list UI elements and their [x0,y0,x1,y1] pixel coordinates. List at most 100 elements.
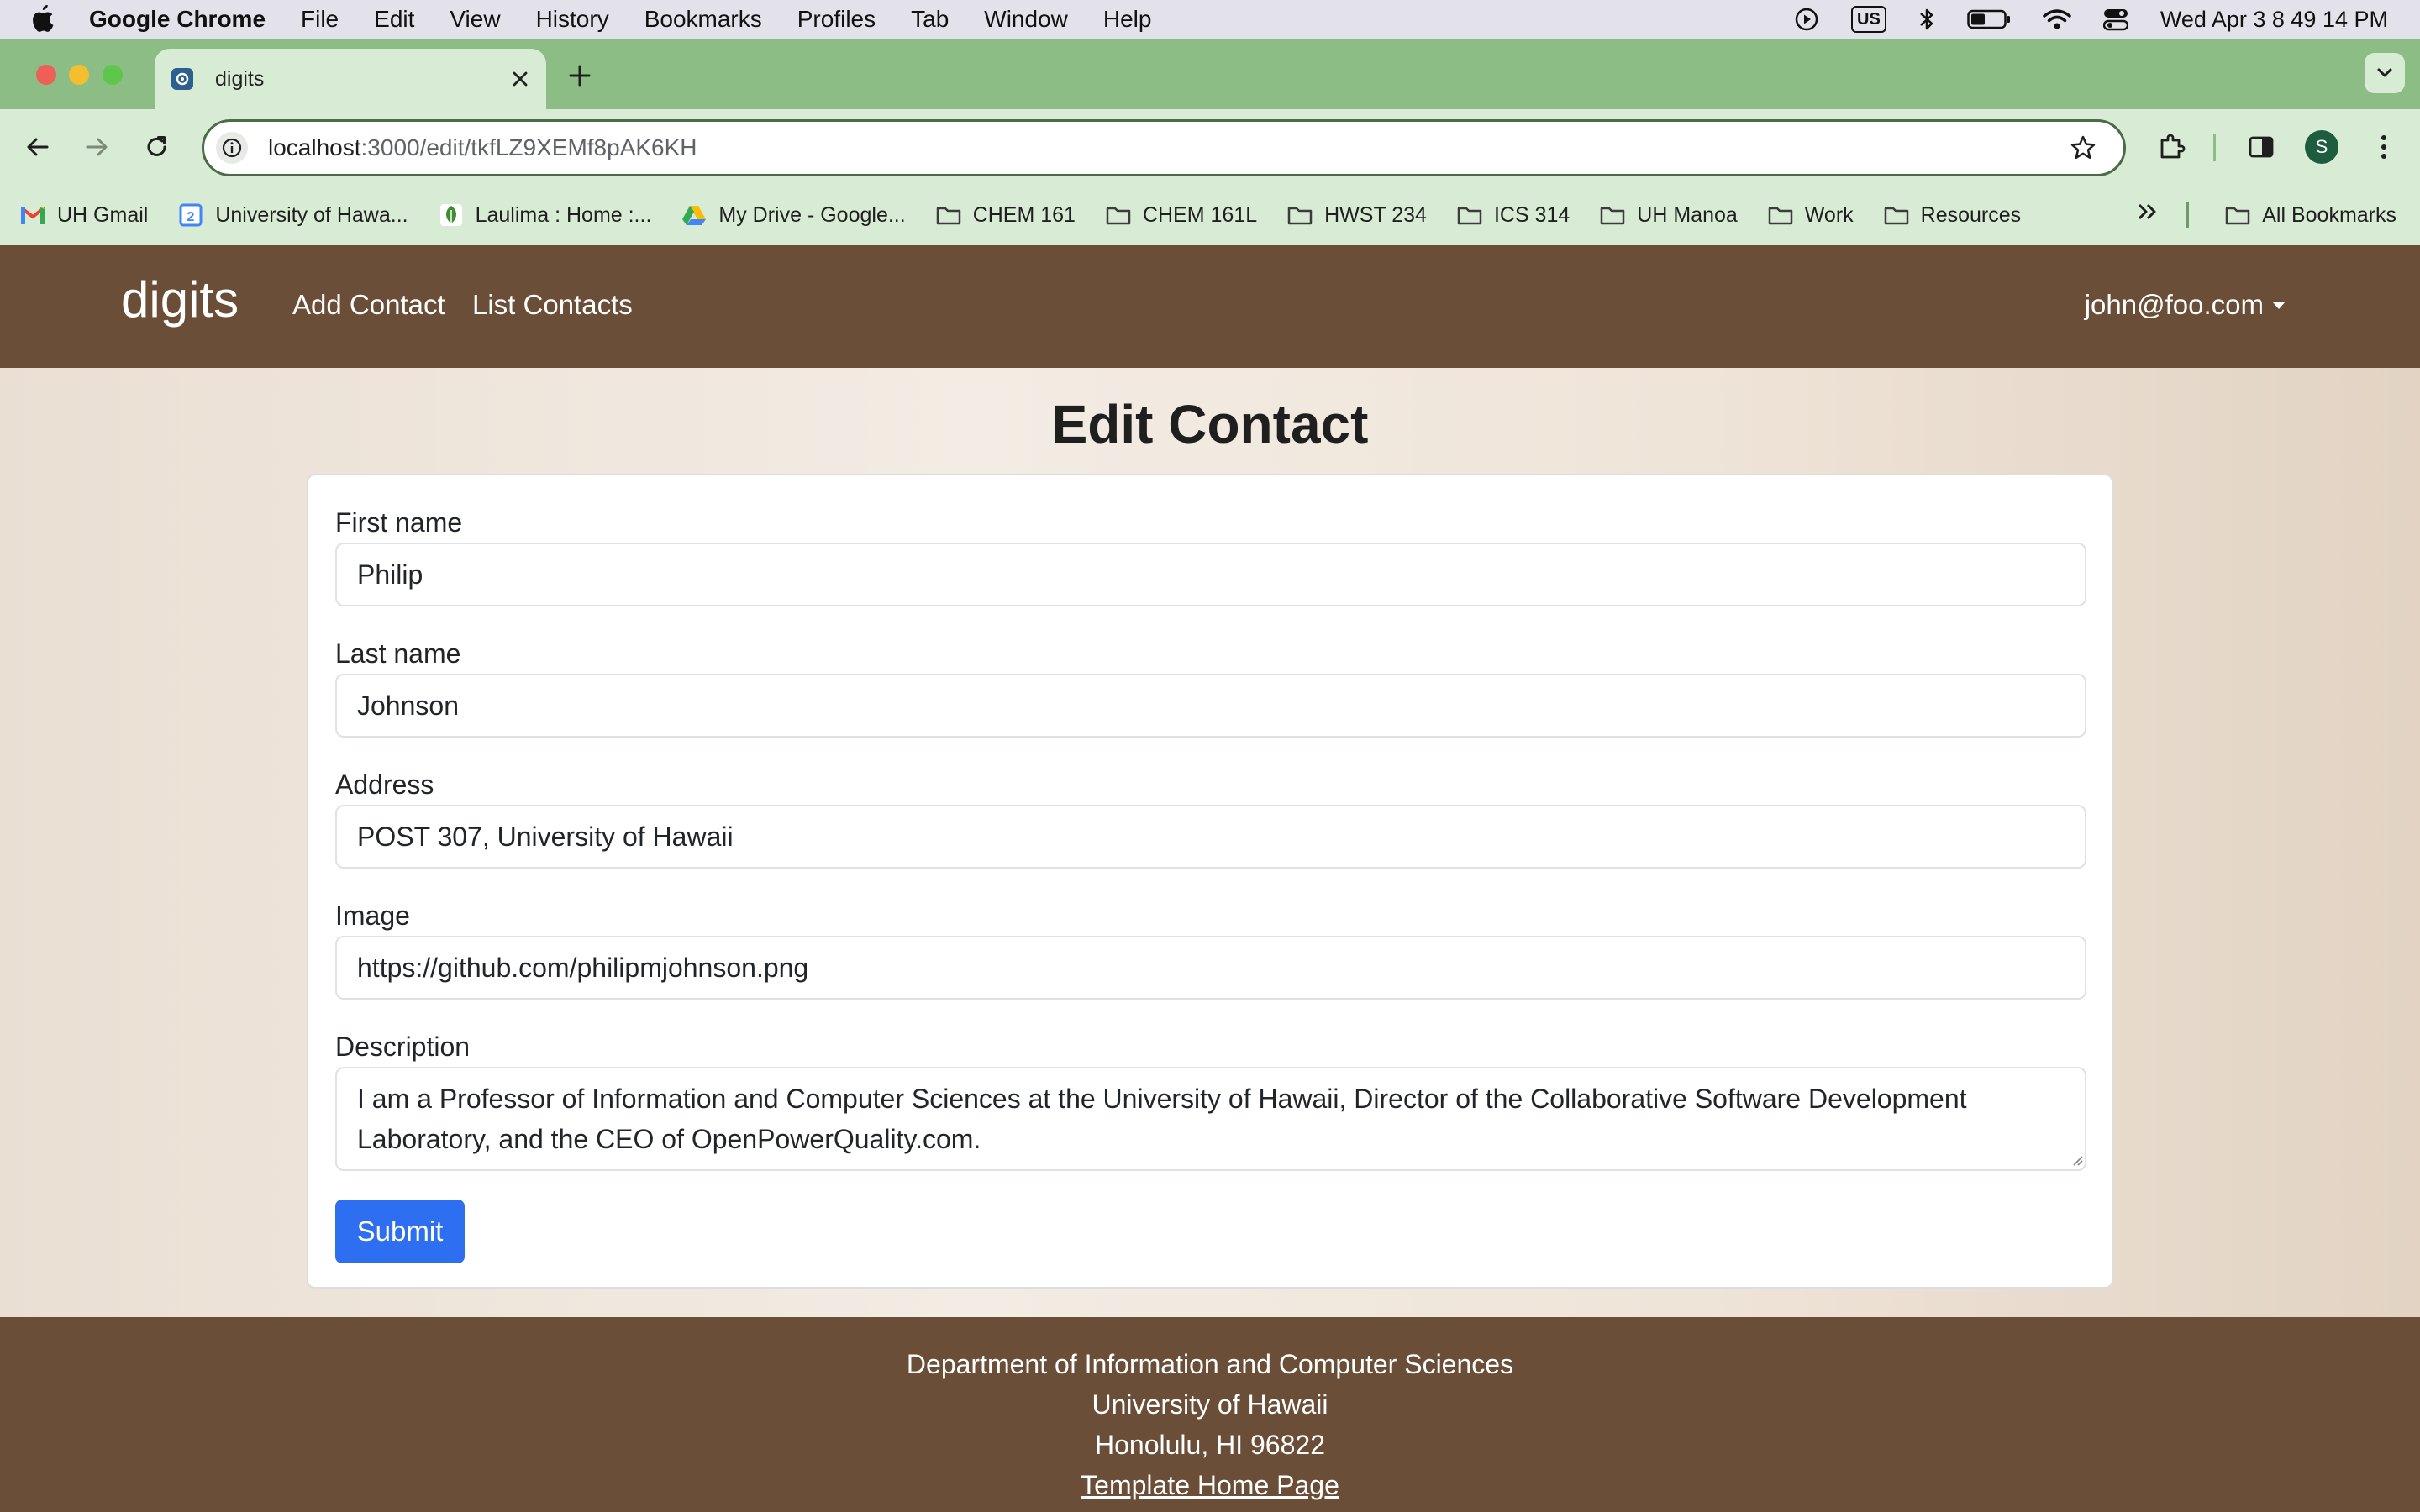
folder-icon [936,203,961,227]
bookmark-label: My Drive - Google... [718,202,906,227]
nav-list-contacts[interactable]: List Contacts [472,289,633,321]
folder-icon [2225,203,2250,227]
main-content: Edit Contact First name Last name Addres… [0,368,2420,1317]
bookmark-label: UH Manoa [1637,202,1738,227]
address-bar-url[interactable]: localhost:3000/edit/tkfLZ9XEMf8pAK6KH [268,134,2066,161]
app-navbar: digits Add Contact List Contacts john@fo… [0,245,2420,368]
folder-icon [1287,203,1313,227]
google-drive-icon [681,203,707,227]
brand-logo[interactable]: digits [121,270,239,328]
input-source-badge[interactable]: US [1851,6,1886,33]
bookmark-label: ICS 314 [1493,202,1570,227]
footer-line-university: University of Hawaii [1092,1389,1328,1420]
menu-app-name[interactable]: Google Chrome [89,6,266,33]
bookmark-folder-chem-161[interactable]: CHEM 161 [936,203,1076,228]
footer-line-city: Honolulu, HI 96822 [1095,1430,1325,1460]
menubar-clock[interactable]: Wed Apr 3 8 49 14 PM [2160,7,2388,33]
wifi-icon[interactable] [2043,8,2071,30]
bookmark-folder-work[interactable]: Work [1768,203,1854,228]
bookmark-university-of-hawaii[interactable]: 2 University of Hawa... [178,203,408,228]
description-label: Description [335,1032,471,1062]
browser-toolbar: localhost:3000/edit/tkfLZ9XEMf8pAK6KH S [0,109,2420,185]
bookmark-label: University of Hawa... [215,202,408,227]
all-bookmarks-label: All Bookmarks [2262,202,2396,227]
macos-menu-bar: Google Chrome File Edit View History Boo… [0,0,2420,39]
menu-window[interactable]: Window [984,6,1068,33]
first-name-label: First name [335,507,463,538]
menu-help[interactable]: Help [1103,6,1152,33]
calendar-icon: 2 [178,203,203,227]
folder-icon [1600,203,1625,227]
description-textarea[interactable]: I am a Professor of Information and Comp… [335,1067,2086,1171]
bookmark-label: CHEM 161 [972,202,1076,227]
footer-line-department: Department of Information and Computer S… [906,1349,1514,1379]
browser-tab-active[interactable]: digits [155,49,546,109]
bookmarks-divider [2186,202,2189,228]
profile-initial: S [2305,130,2338,164]
new-tab-plus-icon[interactable] [563,59,597,92]
tab-search-chevron-icon[interactable] [2365,53,2405,93]
description-wrapper: I am a Professor of Information and Comp… [308,1067,2115,1171]
last-name-input[interactable] [335,674,2086,738]
bookmark-folder-resources[interactable]: Resources [1884,202,2022,228]
svg-text:2: 2 [187,210,195,224]
window-close-button[interactable] [36,65,56,85]
image-url-input[interactable] [335,936,2086,1000]
folder-icon [1106,203,1131,227]
laulima-leaf-icon [439,203,464,227]
bookmarks-bar: UH Gmail 2 University of Hawa... Laulima… [0,185,2420,245]
bookmark-label: UH Gmail [57,202,149,227]
bookmark-folder-uh-manoa[interactable]: UH Manoa [1600,203,1738,228]
bookmark-folder-ics-314[interactable]: ICS 314 [1457,203,1570,228]
bookmark-folder-chem-161l[interactable]: CHEM 161L [1106,203,1257,228]
bluetooth-icon[interactable] [1918,7,1935,32]
bookmark-label: Laulima : Home :... [475,202,652,227]
back-arrow-icon[interactable] [18,128,57,166]
page-title: Edit Contact [1051,394,1369,454]
bookmarks-overflow-chevron-icon[interactable] [2136,200,2160,228]
address-bar[interactable]: localhost:3000/edit/tkfLZ9XEMf8pAK6KH [202,119,2126,176]
edit-contact-form: First name Last name Address Image Descr… [307,474,2113,1289]
window-minimize-button[interactable] [69,65,89,85]
reload-icon[interactable] [138,128,176,166]
menu-edit[interactable]: Edit [374,6,414,33]
submit-button[interactable]: Submit [335,1200,465,1263]
textarea-resize-grip-icon[interactable] [2070,1152,2083,1166]
user-dropdown[interactable]: john@foo.com [2085,289,2286,321]
tab-close-icon[interactable] [506,65,534,93]
chrome-menu-kebab-icon[interactable] [2365,128,2403,166]
bookmark-label: Resources [1920,202,2022,227]
url-path: :3000/edit/tkfLZ9XEMf8pAK6KH [360,134,697,160]
window-zoom-button[interactable] [103,65,123,85]
bookmark-folder-hwst-234[interactable]: HWST 234 [1287,203,1427,228]
extensions-puzzle-icon[interactable] [2153,128,2191,166]
first-name-input[interactable] [335,543,2086,606]
folder-icon [1457,203,1482,227]
media-play-icon[interactable] [1794,7,1819,32]
side-panel-icon[interactable] [2242,128,2281,166]
menu-profiles[interactable]: Profiles [797,6,876,33]
all-bookmarks-button[interactable]: All Bookmarks [2225,185,2396,245]
last-name-label: Last name [335,638,461,669]
bookmark-uh-gmail[interactable]: UH Gmail [20,203,148,228]
menu-file[interactable]: File [301,6,339,33]
apple-logo-icon[interactable] [32,5,55,34]
tab-title: digits [215,66,265,91]
menu-bookmarks[interactable]: Bookmarks [644,6,762,33]
forward-arrow-icon[interactable] [77,128,116,166]
nav-add-contact[interactable]: Add Contact [292,289,445,321]
profile-avatar[interactable]: S [2302,128,2341,166]
bookmark-my-drive[interactable]: My Drive - Google... [681,202,906,228]
site-info-icon[interactable] [216,132,248,164]
footer-link-row: Template Home Page [0,1470,2420,1501]
battery-icon[interactable] [1967,8,2011,30]
menu-view[interactable]: View [450,6,500,33]
menu-tab[interactable]: Tab [911,6,949,33]
template-home-page-link[interactable]: Template Home Page [1081,1470,1339,1500]
tab-favicon-icon [171,68,193,90]
control-center-icon[interactable] [2102,8,2128,31]
bookmark-star-icon[interactable] [2066,131,2100,165]
address-input[interactable] [335,805,2086,869]
bookmark-laulima[interactable]: Laulima : Home :... [439,202,652,228]
menu-history[interactable]: History [536,6,609,33]
